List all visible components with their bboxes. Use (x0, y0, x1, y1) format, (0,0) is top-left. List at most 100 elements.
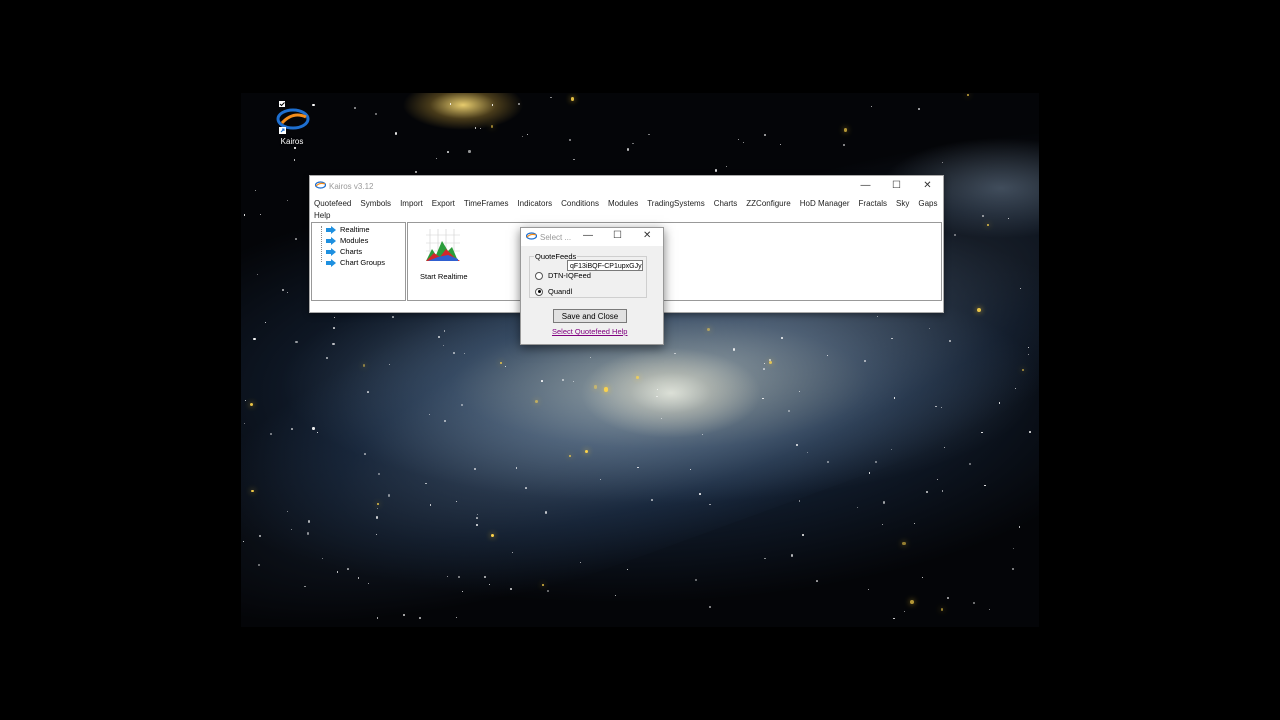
star (802, 534, 805, 537)
star (243, 213, 246, 216)
star (256, 273, 258, 276)
star (259, 213, 261, 215)
dialog-maximize-button[interactable]: ☐ (613, 230, 622, 241)
menu-import[interactable]: Import (400, 198, 423, 210)
star (943, 447, 946, 449)
star (515, 467, 517, 469)
quandl-api-key-input[interactable]: qF13iBQF-CP1upxGJyzc (567, 260, 643, 271)
star (347, 568, 350, 570)
menu-gaps[interactable]: Gaps (918, 198, 937, 210)
kairos-app-icon (276, 101, 310, 134)
tree-item-charts[interactable]: Charts (326, 247, 362, 256)
tree-item-chart-groups[interactable]: Chart Groups (326, 258, 385, 267)
start-realtime-label: Start Realtime (420, 272, 468, 281)
star (354, 107, 357, 109)
star (893, 618, 895, 620)
star (904, 611, 905, 613)
star (367, 582, 370, 584)
radio-quandl[interactable]: Quandl (535, 287, 572, 296)
star (414, 171, 417, 174)
star (1012, 547, 1014, 549)
star (709, 606, 712, 609)
star (546, 589, 549, 593)
star (509, 587, 512, 590)
start-realtime-button[interactable]: Start Realtime (420, 227, 468, 281)
star (395, 132, 398, 135)
star (457, 575, 460, 578)
star (491, 104, 494, 107)
star (737, 138, 739, 140)
menu-bar: Quotefeed Symbols Import Export TimeFrames In… (310, 196, 943, 222)
dialog-title-bar[interactable]: Select ... — ☐ ✕ (521, 228, 663, 246)
star (287, 292, 289, 293)
star (295, 237, 297, 240)
dialog-minimize-button[interactable]: — (583, 230, 593, 241)
star (312, 427, 315, 430)
star (941, 608, 944, 611)
star (282, 289, 285, 292)
menu-charts[interactable]: Charts (714, 198, 738, 210)
menu-tradingsystems[interactable]: TradingSystems (647, 198, 705, 210)
menu-fractals[interactable]: Fractals (859, 198, 887, 210)
star (941, 490, 944, 492)
tree-item-realtime[interactable]: Realtime (326, 225, 370, 234)
tree-item-modules[interactable]: Modules (326, 236, 368, 245)
menu-help[interactable]: Help (314, 210, 330, 222)
select-quotefeed-dialog[interactable]: Select ... — ☐ ✕ QuoteFeeds DTN-IQFeed Q… (520, 227, 664, 345)
star (694, 579, 697, 582)
star (376, 617, 378, 619)
dialog-close-button[interactable]: ✕ (643, 230, 651, 241)
star (780, 336, 783, 340)
title-bar[interactable]: Kairos v3.12 — ☐ ✕ (310, 176, 943, 196)
star (1018, 526, 1021, 528)
menu-zzconfigure[interactable]: ZZConfigure (746, 198, 790, 210)
star (1021, 368, 1024, 371)
menu-timeframes[interactable]: TimeFrames (464, 198, 509, 210)
star (902, 541, 906, 546)
star (883, 501, 886, 504)
menu-quotefeed[interactable]: Quotefeed (314, 198, 351, 210)
star (476, 523, 478, 526)
star (304, 585, 306, 588)
star (541, 380, 543, 382)
radio-label: Quandl (548, 287, 573, 296)
star (573, 158, 575, 161)
star (868, 588, 870, 590)
star (935, 405, 937, 408)
star (893, 397, 896, 399)
menu-hod-manager[interactable]: HoD Manager (800, 198, 850, 210)
star (286, 199, 288, 201)
star (868, 472, 870, 474)
star (463, 352, 465, 354)
menu-symbols[interactable]: Symbols (360, 198, 391, 210)
tree-item-label: Chart Groups (340, 258, 386, 267)
star (376, 507, 378, 509)
star (521, 136, 523, 138)
star (913, 522, 915, 524)
desktop-icon-kairos[interactable]: Kairos (271, 101, 313, 146)
menu-indicators[interactable]: Indicators (517, 198, 552, 210)
radio-label: DTN-IQFeed (548, 271, 591, 280)
maximize-button[interactable]: ☐ (881, 176, 912, 196)
quotefeeds-group: QuoteFeeds DTN-IQFeed Quandl (529, 252, 647, 298)
dialog-title: Select ... (540, 233, 572, 242)
minimize-button[interactable]: — (850, 176, 881, 196)
radio-dtn-iqfeed[interactable]: DTN-IQFeed (535, 271, 591, 280)
menu-sky[interactable]: Sky (896, 198, 909, 210)
star (476, 513, 478, 515)
menu-modules[interactable]: Modules (608, 198, 638, 210)
menu-export[interactable]: Export (432, 198, 455, 210)
select-quotefeed-help-link[interactable]: Select Quotefeed Help (552, 327, 627, 336)
module-panel: Start Realtime (407, 222, 942, 301)
menu-conditions[interactable]: Conditions (561, 198, 599, 210)
star (294, 147, 296, 149)
save-and-close-button[interactable]: Save and Close (553, 309, 627, 323)
star (604, 387, 609, 392)
radio-indicator (535, 271, 543, 280)
star (699, 492, 701, 495)
star (363, 453, 366, 455)
close-button[interactable]: ✕ (912, 176, 943, 196)
tree-item-label: Realtime (340, 225, 370, 234)
star (333, 316, 335, 318)
star (387, 494, 391, 497)
